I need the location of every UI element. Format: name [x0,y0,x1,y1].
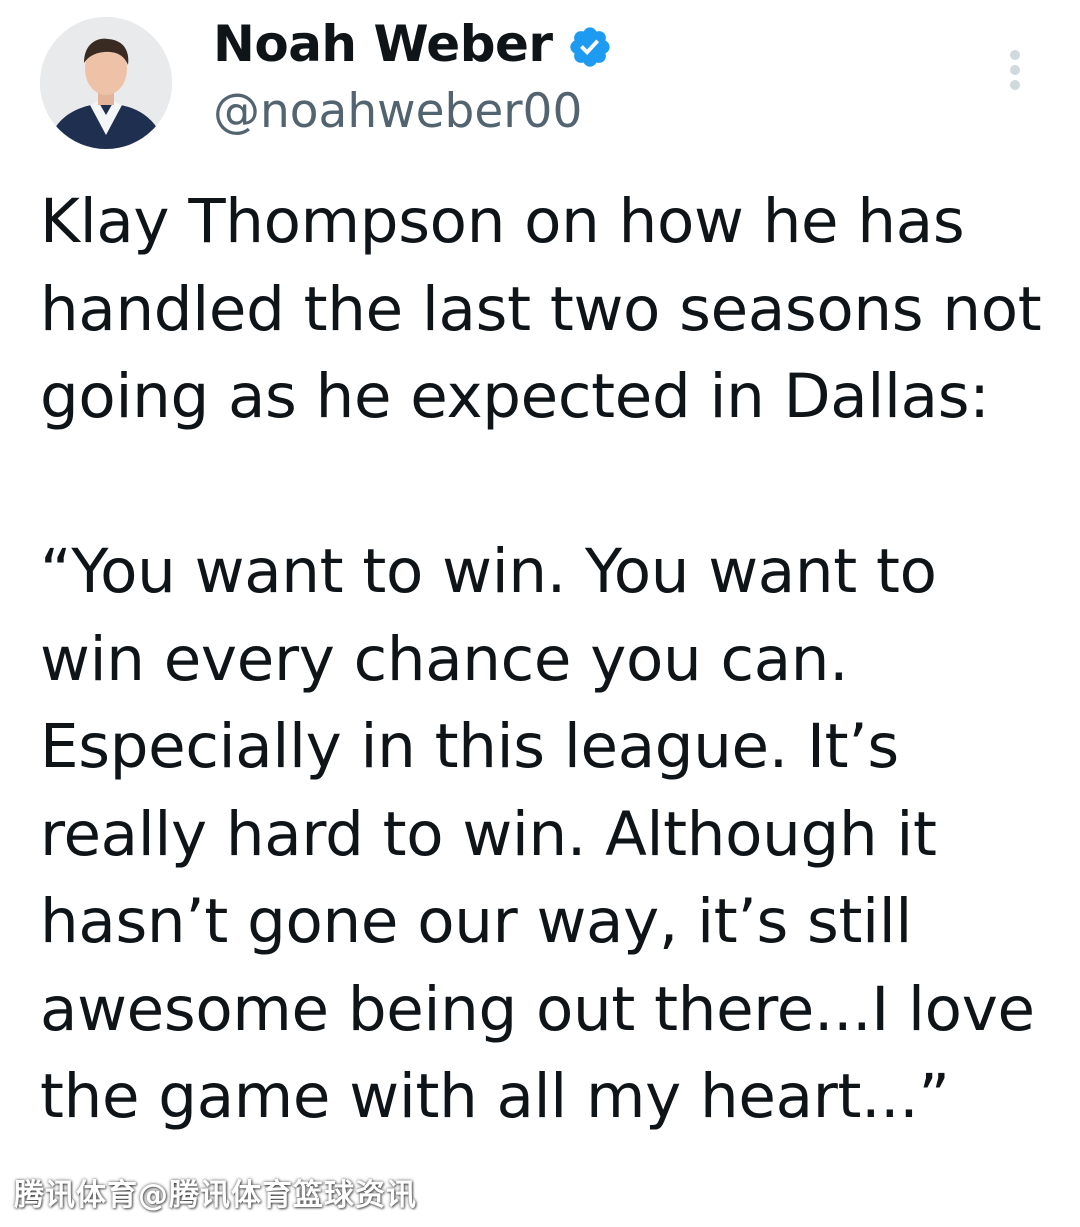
author-display-name[interactable]: Noah Weber [213,12,553,76]
verified-badge-icon [567,21,613,67]
watermark: 腾讯体育@腾讯体育篮球资讯 [14,1178,417,1213]
profile-photo [40,17,172,149]
more-options-icon[interactable] [1004,48,1026,92]
tweet-text: Klay Thompson on how he has handled the … [40,186,1042,1132]
author-handle[interactable]: @noahweber00 [213,82,582,142]
author-name-row[interactable]: Noah Weber [213,12,613,76]
avatar[interactable] [40,17,172,149]
